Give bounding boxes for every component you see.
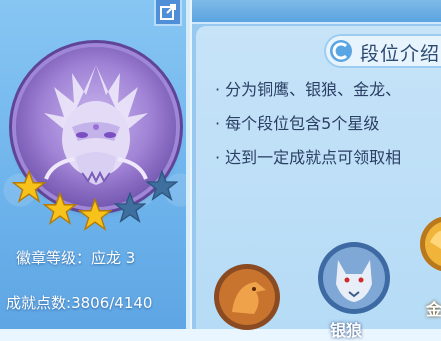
dragon-icon (420, 216, 441, 272)
star-filled-icon (43, 192, 77, 225)
badge-level-label: 徽章等级：应龙 3 (16, 249, 136, 267)
badge-panel: 徽章等级：应龙 3 成就点数:3806/4140 (0, 0, 190, 329)
star-filled-icon (12, 170, 46, 203)
eagle-icon (214, 264, 280, 330)
intro-bullet: · 分为铜鹰、银狼、金龙、 (215, 80, 402, 99)
star-empty-icon (146, 170, 178, 202)
section-swirl-icon (330, 40, 352, 62)
achievement-points-label: 成就点数: (6, 294, 72, 312)
rank-badge-silver-wolf[interactable] (316, 240, 392, 316)
rank-name-label: 金 (426, 300, 441, 319)
section-title: 段位介绍 (360, 43, 441, 65)
top-bar (192, 0, 441, 24)
share-button[interactable] (154, 0, 182, 26)
achievement-points: 成就点数:3806/4140 (6, 292, 152, 313)
rank-badge-bronze-eagle[interactable] (212, 262, 282, 332)
share-icon (160, 4, 176, 20)
star-empty-icon (114, 192, 146, 224)
intro-bullet: · 每个段位包含5个星级 (215, 114, 380, 133)
rank-name-label: 银狼 (330, 321, 363, 340)
star-filled-icon (78, 198, 112, 231)
achievement-points-value: 3806/4140 (71, 294, 153, 312)
intro-bullet: · 达到一定成就点可领取相 (215, 148, 402, 167)
rank-badge-gold-dragon[interactable] (418, 212, 441, 282)
wolf-icon (318, 242, 390, 314)
